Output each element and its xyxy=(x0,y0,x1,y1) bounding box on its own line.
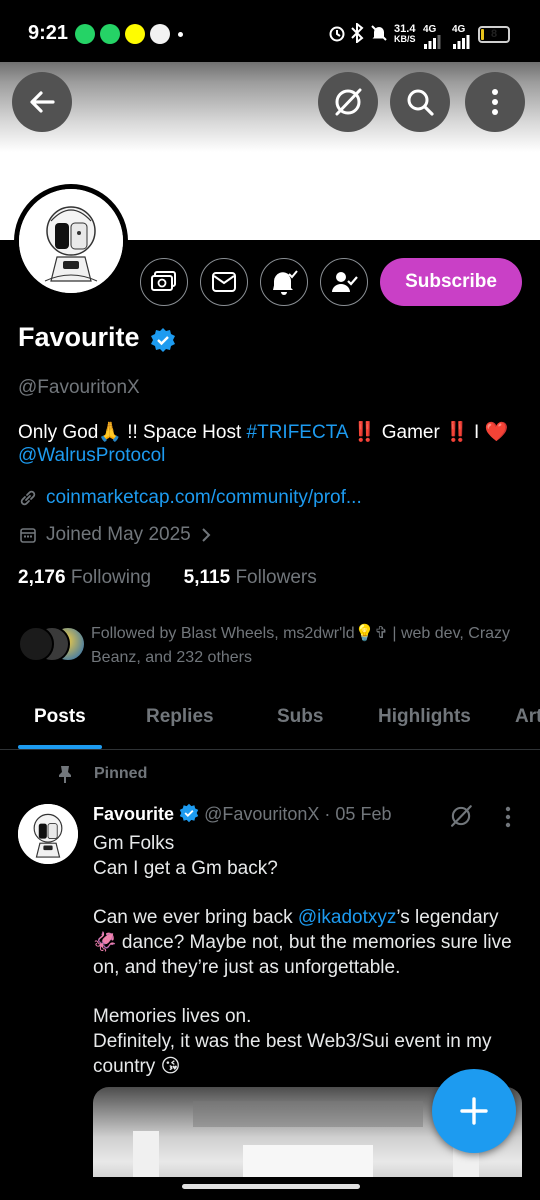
alarm-icon xyxy=(328,24,346,45)
money-icon xyxy=(151,271,176,291)
bio-text-1: Only God🙏 !! Space Host xyxy=(18,422,247,443)
following-label: Following xyxy=(70,567,152,588)
whatsapp-business-icon xyxy=(100,24,120,44)
bell-check-icon xyxy=(273,270,298,295)
tab-posts[interactable]: Posts xyxy=(34,706,86,728)
search-icon xyxy=(407,89,434,116)
joined-text: Joined May 2025 xyxy=(46,524,191,545)
post-date[interactable]: 05 Feb xyxy=(335,804,391,824)
pinned-text: Pinned xyxy=(94,765,148,782)
message-button[interactable] xyxy=(200,258,248,306)
bio-mention-link[interactable]: @WalrusProtocol xyxy=(18,445,165,467)
net-speed-value: 31.4 xyxy=(394,23,416,35)
chevron-right-icon xyxy=(202,528,211,542)
status-bar: 9:21 31.4 KB/S 4G 4G 8 xyxy=(0,0,540,62)
profile-tabs: Posts Replies Subs Highlights Art xyxy=(0,690,540,750)
post-author-handle: @FavouritonX xyxy=(204,804,320,824)
profile-avatar[interactable] xyxy=(14,184,128,298)
website-link[interactable]: coinmarketcap.com/community/prof... xyxy=(18,487,362,509)
tab-subs[interactable]: Subs xyxy=(277,706,323,728)
followers-count: 5,115 xyxy=(183,567,231,588)
verified-badge-icon xyxy=(150,327,176,358)
tab-articles[interactable]: Art xyxy=(515,706,540,728)
battery-level: 8 xyxy=(490,28,498,40)
net-speed-unit: KB/S xyxy=(394,34,416,44)
following-count: 2,176 xyxy=(18,567,66,588)
post-author-avatar[interactable] xyxy=(18,804,78,864)
bio-hashtag-link[interactable]: #TRIFECTA xyxy=(247,422,348,443)
avatar-image xyxy=(19,189,123,293)
battery-icon: 8 xyxy=(478,26,510,43)
search-button[interactable] xyxy=(390,72,450,132)
post-line-1: Gm Folks xyxy=(93,833,175,854)
display-name: Favourite xyxy=(18,322,140,352)
following-button[interactable] xyxy=(320,258,368,306)
app-notification-icon xyxy=(150,24,170,44)
pinned-label: Pinned xyxy=(56,764,147,784)
followed-by-text: Followed by Blast Wheels, ms2dwr'ld💡✞ | … xyxy=(91,625,511,666)
signal-4g-2: 4G xyxy=(452,23,472,49)
active-tab-indicator xyxy=(18,745,102,749)
more-notifications-dot xyxy=(178,32,183,37)
astronaut-avatar-icon xyxy=(18,804,78,864)
mute-bell-icon xyxy=(370,24,388,45)
followers-link[interactable]: 5,115 Followers xyxy=(184,567,317,588)
user-check-icon xyxy=(332,272,358,292)
follow-stats: 2,176 Following 5,115 Followers xyxy=(18,567,317,589)
followed-by-avatars xyxy=(18,624,88,664)
compose-post-button[interactable] xyxy=(432,1069,516,1153)
bio-line-1: Only God🙏 !! Space Host #TRIFECTA ‼️ Gam… xyxy=(18,420,508,444)
gesture-home-bar[interactable] xyxy=(182,1184,360,1189)
link-icon xyxy=(20,490,36,506)
post-para3-line1: Memories lives on. xyxy=(93,1006,252,1027)
followed-by[interactable]: Followed by Blast Wheels, ms2dwr'ld💡✞ | … xyxy=(18,622,528,670)
tab-highlights[interactable]: Highlights xyxy=(378,706,471,728)
subscribe-button[interactable]: Subscribe xyxy=(380,258,522,306)
post-para3-line2: Definitely, it was the best Web3/Sui eve… xyxy=(93,1031,492,1077)
pin-icon xyxy=(59,766,71,783)
tab-replies[interactable]: Replies xyxy=(146,706,214,728)
tip-button[interactable] xyxy=(140,258,188,306)
notifications-button[interactable] xyxy=(260,258,308,306)
grok-button[interactable] xyxy=(318,72,378,132)
signal-label-1: 4G xyxy=(423,24,437,35)
post-more-button[interactable] xyxy=(504,806,512,833)
following-link[interactable]: 2,176 Following xyxy=(18,567,151,588)
post-paragraph-2: Can we ever bring back @ikadotxyz’s lege… xyxy=(93,905,513,980)
mail-icon xyxy=(212,272,236,292)
post-author-name[interactable]: Favourite xyxy=(93,804,174,824)
followers-label: Followers xyxy=(235,567,317,588)
more-vertical-icon xyxy=(492,89,498,115)
post-body: Gm Folks Can I get a Gm back? Can we eve… xyxy=(93,831,513,1079)
bluetooth-icon xyxy=(350,21,364,46)
astronaut-avatar-icon xyxy=(19,189,123,293)
post-line-2: Can I get a Gm back? xyxy=(93,858,278,879)
post-mention-link[interactable]: @ikadotxyz xyxy=(298,907,397,928)
grok-explain-button[interactable] xyxy=(448,803,474,834)
plus-icon xyxy=(460,1097,488,1125)
more-options-button[interactable] xyxy=(465,72,525,132)
clock: 9:21 xyxy=(28,22,69,44)
slash-circle-icon xyxy=(335,88,362,116)
bio-text-2: ‼️ Gamer ‼️ I ❤️ xyxy=(347,422,509,443)
whatsapp-icon xyxy=(75,24,95,44)
signal-label-2: 4G xyxy=(452,24,466,35)
post-header: Favourite @FavouritonX · 05 Feb xyxy=(93,803,391,825)
verified-badge-icon xyxy=(179,803,199,823)
website-url[interactable]: coinmarketcap.com/community/prof... xyxy=(46,487,362,509)
signal-4g-1: 4G xyxy=(423,23,441,49)
post-para2-pre: Can we ever bring back xyxy=(93,907,298,928)
joined-date[interactable]: Joined May 2025 xyxy=(18,524,213,546)
more-vertical-icon xyxy=(505,806,511,828)
slash-circle-icon xyxy=(451,805,472,827)
handle: @FavouritonX xyxy=(18,377,140,398)
snapchat-icon xyxy=(125,24,145,44)
follower-avatar-1 xyxy=(18,626,54,662)
calendar-icon xyxy=(20,528,36,543)
post-separator: · xyxy=(324,804,331,824)
back-button[interactable] xyxy=(12,72,72,132)
arrow-left-icon xyxy=(30,91,55,113)
